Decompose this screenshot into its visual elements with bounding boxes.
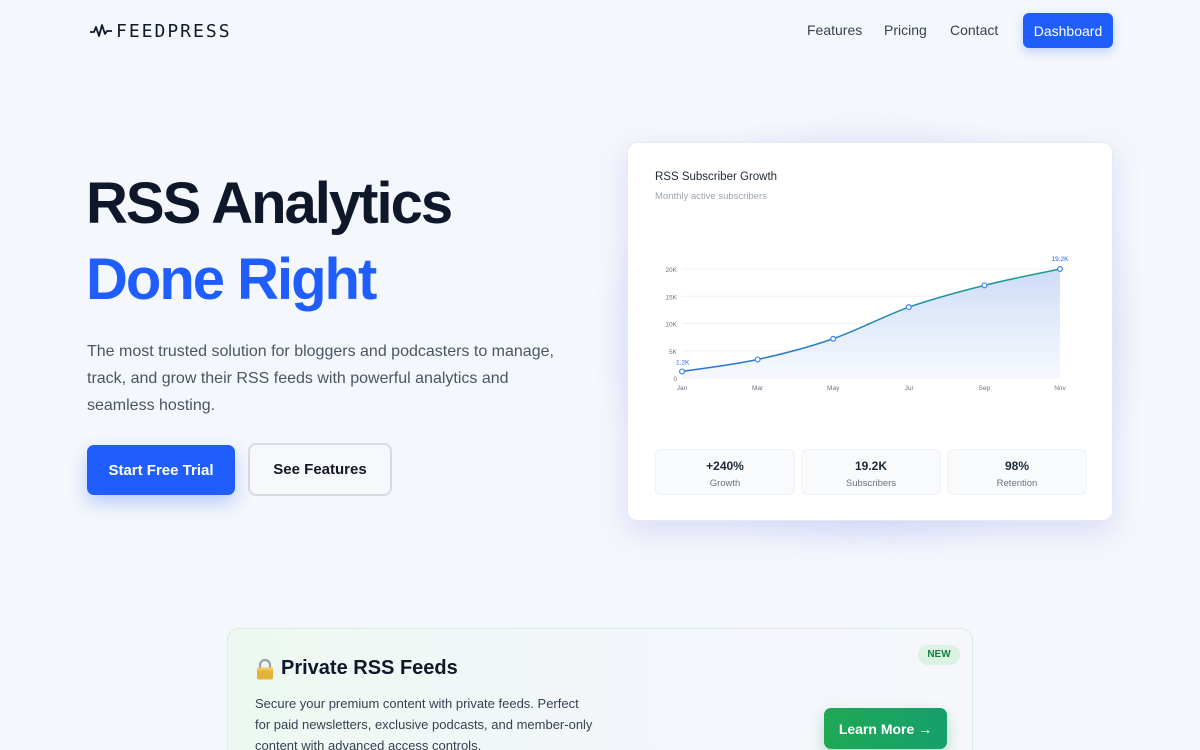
stat-label: Retention (996, 478, 1038, 489)
y-tick-label: 5K (669, 349, 678, 356)
start-free-trial-button[interactable]: Start Free Trial (87, 445, 235, 495)
x-tick-label: May (827, 385, 840, 392)
x-tick-label: Jul (905, 385, 914, 392)
new-badge: NEW (918, 645, 960, 665)
hero-title: RSS Analytics (86, 171, 453, 236)
dashboard-button[interactable]: Dashboard (1023, 13, 1113, 48)
data-point (1057, 265, 1064, 272)
stat-retention: 98% Retention (947, 449, 1087, 495)
stat-value: +240% (706, 459, 744, 473)
nav-link-features[interactable]: Features (807, 22, 862, 38)
hero-description: The most trusted solution for bloggers a… (87, 343, 554, 414)
feature-description: Secure your premium content with private… (255, 696, 593, 750)
y-tick-label: 15K (665, 294, 677, 301)
data-point (981, 282, 988, 289)
feature-title-row: Private RSS Feeds (255, 657, 458, 680)
first-point-label: 1.2K (676, 359, 690, 366)
stat-label: Growth (709, 478, 741, 489)
x-tick-label: Sep (979, 385, 991, 392)
x-tick-label: Jan (677, 385, 688, 392)
subscriber-growth-chart: 0 5K 10K 15K 20K Jan Mar May Jul Sep Nov 1.2K 19.2K (665, 256, 1070, 392)
nav-link-contact[interactable]: Contact (950, 22, 998, 38)
lock-icon (257, 658, 273, 679)
feature-title: Private RSS Feeds (281, 657, 458, 679)
stat-subscribers: 19.2K Subscribers (801, 449, 941, 495)
see-features-button[interactable]: See Features (248, 443, 392, 496)
top-nav: FEEDPRESS Features Pricing Contact Dashb… (0, 0, 1200, 62)
data-point (905, 304, 912, 311)
brand-name: FEEDPRESS (116, 20, 232, 42)
data-point (830, 335, 837, 342)
stat-growth: +240% Growth (655, 449, 795, 495)
data-point (678, 368, 685, 375)
stat-value: 98% (1004, 459, 1030, 473)
x-tick-label: Mar (752, 385, 764, 392)
last-point-label: 19.2K (1052, 256, 1070, 263)
y-tick-label: 20K (665, 267, 677, 274)
stat-value: 19.2K (854, 459, 888, 473)
nav-link-pricing[interactable]: Pricing (884, 22, 927, 38)
y-tick-label: 10K (665, 322, 677, 329)
logo[interactable]: FEEDPRESS (90, 20, 232, 42)
data-point (754, 356, 761, 363)
private-feeds-card: Private RSS Feeds NEW Secure your premiu… (227, 628, 973, 750)
y-tick-label: 0 (673, 376, 677, 383)
pulse-icon (90, 24, 112, 37)
chart-card: RSS Subscriber Growth Monthly active sub… (627, 142, 1113, 521)
learn-more-button[interactable]: Learn More → (824, 708, 947, 749)
x-tick-label: Nov (1054, 385, 1066, 392)
hero-title-accent: Done Right (86, 247, 377, 312)
stat-label: Subscribers (845, 478, 897, 489)
